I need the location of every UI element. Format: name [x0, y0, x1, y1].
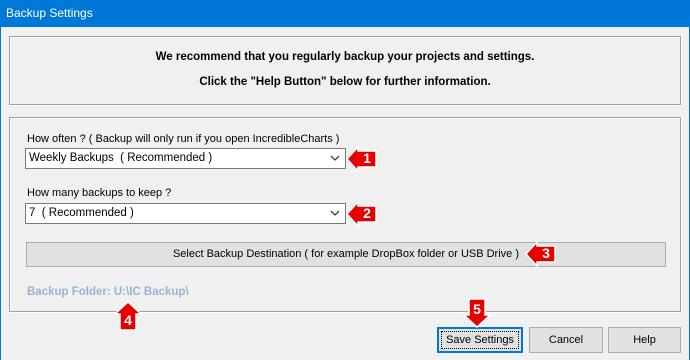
callout-5: 5 — [462, 298, 492, 328]
chevron-down-icon[interactable] — [328, 151, 342, 165]
window-title: Backup Settings — [6, 6, 93, 20]
frequency-label: How often ? ( Backup will only run if yo… — [27, 133, 340, 145]
window-border-left — [0, 27, 1, 360]
notice-line-2: Click the "Help Button" below for furthe… — [199, 76, 491, 88]
callout-2: 2 — [346, 200, 378, 228]
callout-3-number: 3 — [542, 245, 550, 261]
callout-1-number: 1 — [363, 150, 371, 166]
chevron-down-icon[interactable] — [328, 206, 342, 220]
frequency-select[interactable]: Weekly Backups ( Recommended ) — [25, 148, 346, 169]
notice-line-1: We recommend that you regularly backup y… — [155, 51, 535, 63]
title-bar: Backup Settings — [0, 0, 690, 27]
frequency-value: Weekly Backups ( Recommended ) — [29, 152, 213, 164]
help-label: Help — [633, 334, 656, 346]
backup-folder-path: Backup Folder: U:\IC Backup\ — [27, 286, 189, 298]
retention-select[interactable]: 7 ( Recommended ) — [25, 203, 346, 224]
select-backup-destination-label: Select Backup Destination ( for example … — [172, 248, 520, 260]
save-settings-button[interactable]: Save Settings — [437, 327, 523, 353]
callout-4: 4 — [113, 301, 143, 331]
help-button[interactable]: Help — [608, 327, 681, 353]
callout-4-number: 4 — [124, 312, 132, 328]
callout-2-number: 2 — [363, 205, 371, 221]
callout-3: 3 — [525, 240, 557, 268]
cancel-label: Cancel — [548, 334, 584, 346]
retention-value: 7 ( Recommended ) — [29, 207, 134, 219]
callout-1: 1 — [346, 145, 378, 173]
focus-rectangle — [441, 331, 519, 349]
retention-label: How many backups to keep ? — [27, 187, 172, 199]
select-backup-destination-button[interactable]: Select Backup Destination ( for example … — [26, 242, 666, 267]
notice-panel: We recommend that you regularly backup y… — [9, 36, 681, 105]
cancel-button[interactable]: Cancel — [529, 327, 603, 353]
callout-5-number: 5 — [473, 301, 481, 317]
